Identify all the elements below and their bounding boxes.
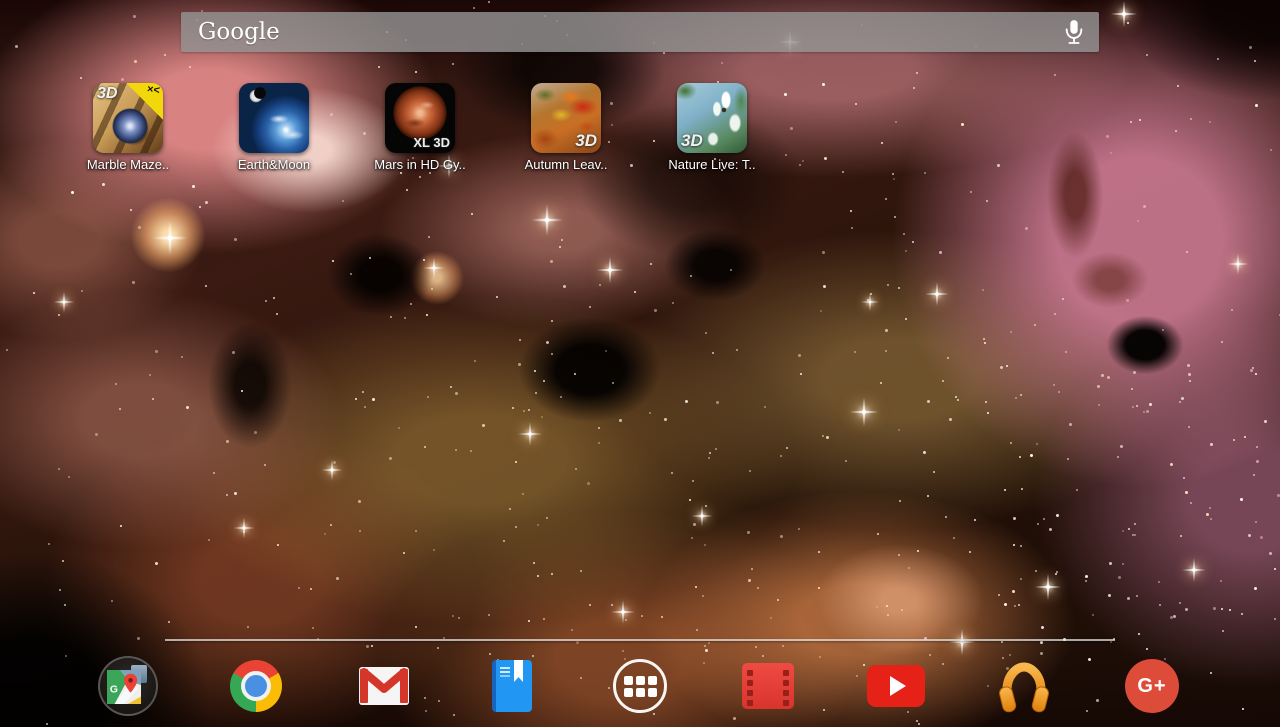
folder: G: [98, 656, 158, 716]
dock-play-books[interactable]: [448, 655, 576, 717]
gmail-icon: [358, 666, 410, 706]
play-books-icon: [492, 660, 532, 712]
film-holes-left: [747, 670, 753, 676]
play-music-icon: [998, 658, 1050, 714]
corner-x-mark: ×<: [146, 83, 160, 97]
dock-chrome[interactable]: [192, 655, 320, 717]
google-plus-icon: G+: [1125, 659, 1179, 713]
svg-text:G: G: [110, 685, 118, 696]
microphone-icon[interactable]: [1057, 15, 1091, 49]
autumn-leaves-icon: 3D: [531, 83, 601, 153]
dock: G: [64, 655, 1216, 717]
dock-google-plus[interactable]: G+: [1088, 655, 1216, 717]
app-drawer-icon: [613, 659, 667, 713]
badge-3d: 3D: [681, 131, 703, 151]
app-label: Nature Live: T..: [668, 157, 755, 172]
badge-3d: 3D: [97, 85, 117, 103]
badge-xl-3d: XL 3D: [413, 135, 450, 150]
dock-play-music[interactable]: [960, 655, 1088, 717]
book-text-lines: [500, 667, 510, 669]
google-logo: Google: [198, 12, 1057, 52]
earth-moon-icon: [239, 83, 309, 153]
play-movies-icon: [742, 663, 794, 709]
app-marble-maze[interactable]: 3D ×< Marble Maze..: [55, 83, 201, 172]
film-holes-right: [783, 670, 789, 676]
app-label: Autumn Leav..: [525, 157, 608, 172]
app-autumn-leaves[interactable]: 3D Autumn Leav..: [493, 83, 639, 172]
app-label: Mars in HD Gy..: [374, 157, 466, 172]
dock-gmail[interactable]: [320, 655, 448, 717]
dock-play-movies[interactable]: [704, 655, 832, 717]
dock-maps-folder[interactable]: G: [64, 655, 192, 717]
marble-maze-icon: 3D ×<: [93, 83, 163, 153]
dock-divider: [165, 639, 1115, 641]
chrome-icon: [230, 660, 282, 712]
badge-3d: 3D: [575, 131, 597, 151]
bookmark-ribbon: [514, 660, 523, 682]
app-earth-moon[interactable]: Earth&Moon: [201, 83, 347, 172]
dock-app-drawer[interactable]: [576, 655, 704, 717]
gplus-label: G+: [1137, 675, 1166, 698]
app-nature-live[interactable]: 3D Nature Live: T..: [639, 83, 785, 172]
play-triangle: [890, 676, 906, 696]
chrome-hub: [241, 671, 271, 701]
app-label: Earth&Moon: [238, 157, 310, 172]
home-app-row: 3D ×< Marble Maze.. Earth&Moon XL 3D Mar…: [55, 83, 785, 172]
app-mars-hd[interactable]: XL 3D Mars in HD Gy..: [347, 83, 493, 172]
app-label: Marble Maze..: [87, 157, 169, 172]
dock-youtube[interactable]: [832, 655, 960, 717]
google-search-bar[interactable]: Google: [181, 12, 1099, 52]
android-home-screen: Google 3D ×< Marble Maze.. Earth&Moon XL: [0, 0, 1280, 727]
mars-icon: XL 3D: [385, 83, 455, 153]
nature-live-icon: 3D: [677, 83, 747, 153]
google-maps-icon: G: [107, 670, 141, 704]
youtube-icon: [867, 665, 925, 707]
